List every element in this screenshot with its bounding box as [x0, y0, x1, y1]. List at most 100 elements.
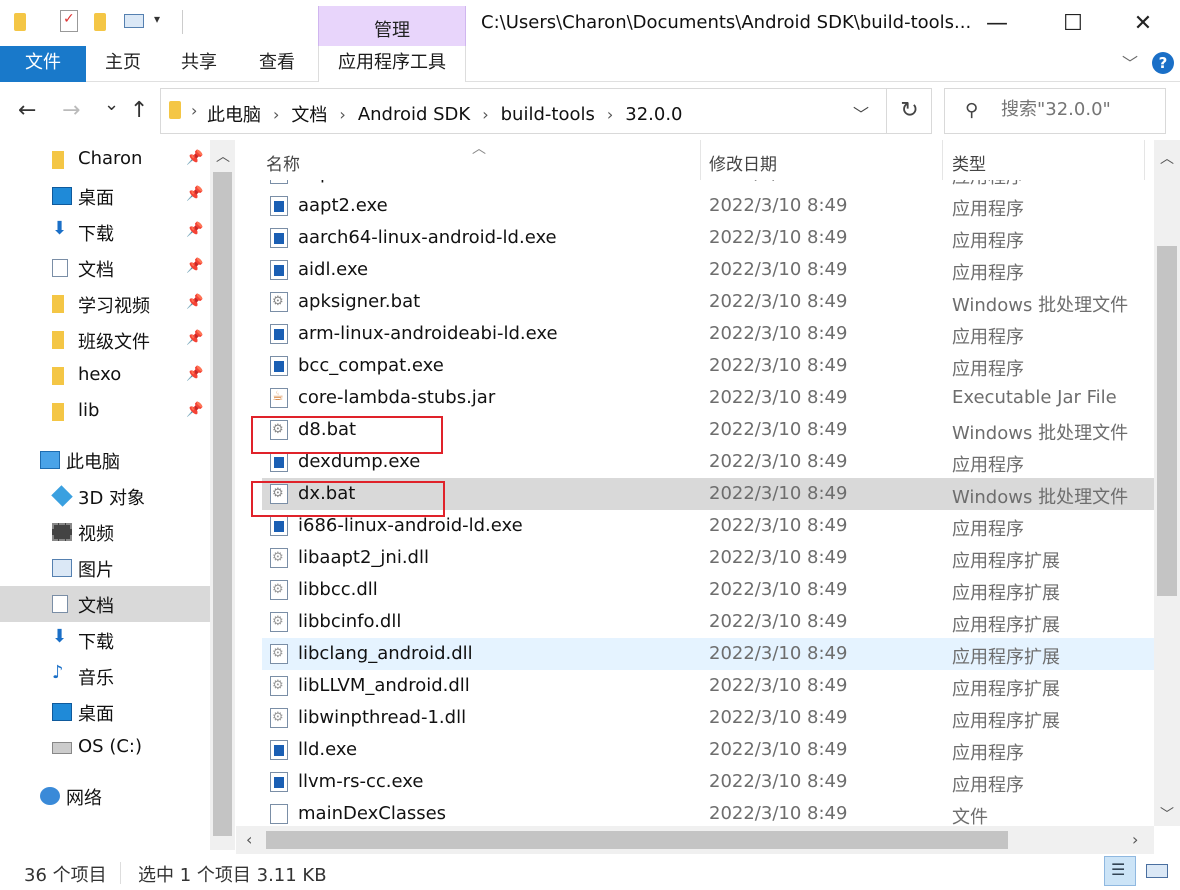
minimize-button[interactable]: — [968, 0, 1026, 46]
chevron-down-icon[interactable]: ﹀ [1122, 50, 1138, 74]
tab-home[interactable]: 主页 [105, 46, 141, 82]
column-divider[interactable] [700, 140, 701, 180]
column-header-date[interactable]: 修改日期 [709, 150, 777, 175]
forward-button[interactable]: → [62, 98, 80, 123]
nav-item-this-pc-child[interactable]: 图片 [0, 550, 210, 586]
nav-item-quick-access[interactable]: 学习视频 📌 [0, 286, 210, 322]
large-icons-view-icon [1146, 864, 1168, 878]
folder-icon [52, 295, 64, 313]
breadcrumb-android-sdk[interactable]: Android SDK [352, 104, 476, 125]
breadcrumb-32-0-0[interactable]: 32.0.0 [619, 104, 688, 125]
scroll-down-icon[interactable]: ﹀ [1160, 804, 1174, 824]
customize-toolbar-dropdown-icon[interactable]: ▾ [154, 12, 160, 26]
nav-item-quick-access[interactable]: Charon 📌 [0, 142, 210, 178]
file-row[interactable]: apksigner.bat 2022/3/10 8:49 Windows 批处理文件 [262, 286, 1154, 318]
file-row[interactable]: mainDexClasses 2022/3/10 8:49 文件 [262, 798, 1154, 826]
dll-file-icon [270, 580, 288, 600]
sort-ascending-icon: ︿ [472, 141, 486, 157]
nav-item-this-pc[interactable]: 此电脑 [0, 442, 210, 478]
nav-item-network[interactable]: 网络 [0, 778, 210, 814]
search-box[interactable]: ⚲ [944, 88, 1166, 134]
file-row[interactable]: libLLVM_android.dll 2022/3/10 8:49 应用程序扩展 [262, 670, 1154, 702]
file-row[interactable]: aidl.exe 2022/3/10 8:49 应用程序 [262, 254, 1154, 286]
tab-file[interactable]: 文件 [0, 46, 86, 82]
tab-manage-label: 管理 [374, 20, 410, 41]
file-row[interactable]: libwinpthread-1.dll 2022/3/10 8:49 应用程序扩展 [262, 702, 1154, 734]
column-header-name[interactable]: 名称 [266, 150, 300, 175]
file-row[interactable]: arm-linux-androideabi-ld.exe 2022/3/10 8:… [262, 318, 1154, 350]
nav-item-this-pc-child[interactable]: 3D 对象 [0, 478, 210, 514]
rename-icon[interactable] [124, 14, 144, 28]
file-row[interactable]: libaapt2_jni.dll 2022/3/10 8:49 应用程序扩展 [262, 542, 1154, 574]
properties-icon[interactable]: ✓ [60, 10, 78, 32]
file-row[interactable]: bcc_compat.exe 2022/3/10 8:49 应用程序 [262, 350, 1154, 382]
tab-share[interactable]: 共享 [181, 46, 217, 82]
maximize-button[interactable]: ☐ [1044, 0, 1102, 46]
file-name: lld.exe [298, 739, 358, 760]
chevron-right-icon[interactable]: › [267, 105, 285, 124]
tab-view[interactable]: 查看 [259, 46, 295, 82]
chevron-right-icon[interactable]: › [601, 105, 619, 124]
vertical-scrollbar-thumb[interactable] [1157, 246, 1177, 596]
tab-manage[interactable]: 管理 [318, 6, 466, 46]
breadcrumb-this-pc[interactable]: 此电脑 [201, 101, 267, 127]
search-input[interactable] [1001, 99, 1161, 120]
new-folder-icon[interactable] [94, 13, 106, 31]
nav-item-quick-access[interactable]: 文档 📌 [0, 250, 210, 286]
file-row[interactable]: core-lambda-stubs.jar 2022/3/10 8:49 Execu… [262, 382, 1154, 414]
scroll-up-icon[interactable]: ︿ [216, 146, 230, 166]
file-row[interactable]: lld.exe 2022/3/10 8:49 应用程序 [262, 734, 1154, 766]
recent-locations-button[interactable]: ⌄ [104, 94, 119, 115]
nav-item-quick-access[interactable]: lib 📌 [0, 394, 210, 430]
details-view-button[interactable]: ☰ [1104, 856, 1136, 886]
tab-application-tools[interactable]: 应用程序工具 [318, 46, 466, 82]
nav-item-label: 文档 [78, 260, 114, 281]
nav-item-quick-access[interactable]: ⬇ 下载 📌 [0, 214, 210, 250]
chevron-right-icon[interactable]: › [191, 101, 197, 120]
address-bar[interactable]: › 此电脑 › 文档 › Android SDK › build-tools ›… [160, 88, 932, 134]
nav-item-this-pc-child[interactable]: 桌面 [0, 694, 210, 730]
breadcrumb-documents[interactable]: 文档 [285, 101, 333, 127]
nav-item-quick-access[interactable]: hexo 📌 [0, 358, 210, 394]
nav-item-quick-access[interactable]: 桌面 📌 [0, 178, 210, 214]
large-icons-view-button[interactable] [1142, 856, 1174, 886]
scroll-right-icon[interactable]: › [1132, 830, 1138, 849]
file-row[interactable]: libbcinfo.dll 2022/3/10 8:49 应用程序扩展 [262, 606, 1154, 638]
file-row[interactable]: libbcc.dll 2022/3/10 8:49 应用程序扩展 [262, 574, 1154, 606]
column-header-type[interactable]: 类型 [952, 150, 986, 175]
file-list-horizontal-scrollbar[interactable]: ‹ › [236, 826, 1154, 854]
scroll-up-icon[interactable]: ︿ [1160, 148, 1174, 168]
file-row[interactable]: aapt2.exe 2022/3/10 8:49 应用程序 [262, 190, 1154, 222]
back-button[interactable]: ← [18, 98, 36, 123]
nav-item-this-pc-child[interactable]: ♪ 音乐 [0, 658, 210, 694]
highlight-box-d8-bat [251, 416, 443, 454]
help-icon[interactable]: ? [1152, 52, 1174, 74]
status-bar: 36 个项目 选中 1 个项目 3.11 KB ☰ [0, 854, 1180, 890]
nav-item-this-pc-child[interactable]: 视频 [0, 514, 210, 550]
scroll-left-icon[interactable]: ‹ [246, 830, 252, 849]
file-row[interactable]: libclang_android.dll 2022/3/10 8:49 应用程序扩展 [262, 638, 1154, 670]
nav-item-label: 文档 [78, 596, 114, 617]
breadcrumb-build-tools[interactable]: build-tools [495, 104, 601, 125]
file-list-vertical-scrollbar[interactable]: ︿ ﹀ [1154, 140, 1180, 826]
download-icon: ⬇ [52, 218, 68, 239]
nav-item-this-pc-child[interactable]: ⬇ 下载 [0, 622, 210, 658]
file-row[interactable]: aarch64-linux-android-ld.exe 2022/3/10 8:… [262, 222, 1154, 254]
nav-pane-scrollbar[interactable]: ︿ [210, 140, 235, 850]
up-button[interactable]: ↑ [130, 98, 148, 123]
file-name: libbcinfo.dll [298, 611, 402, 632]
nav-item-quick-access[interactable]: 班级文件 📌 [0, 322, 210, 358]
nav-pane-scrollbar-thumb[interactable] [213, 172, 232, 836]
column-divider[interactable] [1144, 140, 1145, 180]
horizontal-scrollbar-thumb[interactable] [266, 831, 1008, 849]
chevron-right-icon[interactable]: › [476, 105, 494, 124]
nav-item-this-pc-child[interactable]: 文档 [0, 586, 210, 622]
address-history-dropdown-icon[interactable]: ﹀ [853, 101, 869, 125]
column-divider[interactable] [942, 140, 943, 180]
refresh-button[interactable]: ↻ [886, 89, 932, 133]
chevron-right-icon[interactable]: › [333, 105, 351, 124]
details-view-icon: ☰ [1111, 860, 1126, 879]
nav-item-this-pc-child[interactable]: OS (C:) [0, 730, 210, 766]
close-button[interactable]: ✕ [1114, 0, 1172, 46]
file-row[interactable]: llvm-rs-cc.exe 2022/3/10 8:49 应用程序 [262, 766, 1154, 798]
